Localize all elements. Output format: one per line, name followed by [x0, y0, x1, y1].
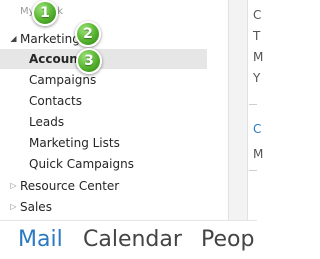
nav-calendar[interactable]: Calendar — [83, 225, 182, 255]
callout-badge-1: 1 — [32, 0, 58, 26]
tree-item-resource-center[interactable]: Resource Center — [20, 176, 119, 196]
tree-item-marketing[interactable]: Marketing — [20, 29, 80, 49]
tree-item-contacts[interactable]: Contacts — [29, 91, 82, 111]
navigation-pane: My Work ◢ Marketing Accounts Campaigns C… — [0, 0, 228, 220]
expand-resource-center-icon[interactable]: ▷ — [9, 176, 18, 196]
reading-pane-text: T — [253, 29, 261, 43]
reading-pane-link[interactable]: C — [253, 122, 261, 136]
expand-sales-icon[interactable]: ▷ — [9, 197, 18, 217]
bottom-navigation-bar: Mail Calendar Peop — [0, 220, 257, 259]
expand-marketing-icon[interactable]: ◢ — [9, 29, 18, 49]
reading-pane-divider — [249, 104, 257, 105]
reading-pane-text: M — [253, 147, 264, 161]
tree-item-quick-campaigns[interactable]: Quick Campaigns — [29, 154, 134, 174]
reading-pane-text: Y — [253, 71, 261, 85]
callout-badge-2: 2 — [75, 21, 101, 47]
reading-pane-text: M — [253, 50, 264, 64]
reading-pane-text: C — [253, 8, 262, 22]
nav-people[interactable]: Peop — [201, 225, 254, 255]
tree-item-marketing-lists[interactable]: Marketing Lists — [29, 133, 120, 153]
tree-item-sales[interactable]: Sales — [20, 197, 52, 217]
reading-pane-divider — [249, 170, 257, 171]
nav-mail[interactable]: Mail — [18, 225, 63, 255]
callout-badge-3: 3 — [76, 48, 102, 74]
tree-item-leads[interactable]: Leads — [29, 112, 64, 132]
